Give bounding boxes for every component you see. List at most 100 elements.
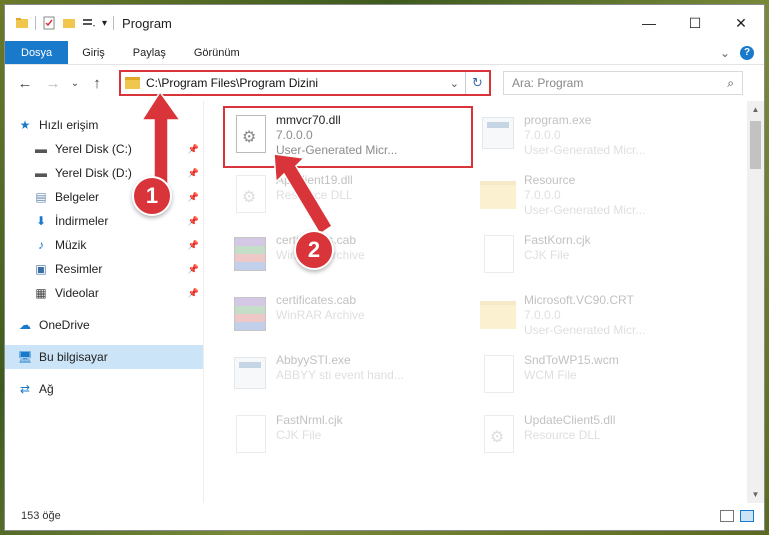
tab-dosya[interactable]: Dosya [5,41,69,64]
file-item[interactable]: SndToWP15.wcm WCM File [472,347,720,407]
file-meta: User-Generated Micr... [524,203,646,217]
tab-paylas[interactable]: Paylaş [119,41,180,64]
sidebar-item-label: Belgeler [55,190,100,204]
file-item[interactable]: certificates.cabWinRAR Archive [224,287,472,347]
file-name: UpdateClient5.dll [524,413,616,427]
file-text: program.exe 7.0.0.0 User-Generated Micr... [524,111,645,158]
back-button[interactable]: ← [13,71,37,95]
file-item[interactable]: ⚙ UpdateClient5.dll Resource DLL [472,407,720,467]
properties-icon[interactable] [42,16,56,30]
expand-ribbon-icon[interactable]: ⌄ [720,46,730,60]
sidebar-item-onedrive[interactable]: ☁ OneDrive [5,313,203,337]
file-explorer-window: ▾ Program — ☐ ✕ Dosya Giriş Paylaş Görün… [4,4,765,531]
sidebar-item-pictures[interactable]: ▣ Resimler 📌 [5,257,203,281]
pin-icon[interactable]: 📌 [188,216,199,227]
pin-icon[interactable]: 📌 [188,240,199,251]
file-meta: CJK File [276,428,322,442]
gear-icon: ⚙ [242,189,257,206]
folder-icon [476,291,520,335]
drive-icon: ▬ [35,166,47,180]
file-meta: Resource DLL [524,428,601,442]
customize-toolbar-icon[interactable] [82,16,96,30]
help-icon[interactable]: ? [740,45,754,60]
search-icon[interactable]: ⌕ [727,76,734,91]
pin-icon[interactable]: 📌 [188,288,199,299]
generic-file-icon [476,231,520,275]
main-content: ★ Hızlı erişim ▬ Yerel Disk (C:) 📌 ▬ Yer… [5,101,764,503]
sidebar-item-videos[interactable]: ▦ Videolar 📌 [5,281,203,305]
folder-shape [480,301,516,329]
folder-icon[interactable] [15,16,29,30]
sidebar-item-network[interactable]: ⇄ Ağ [5,377,203,401]
sidebar-item-label: Hızlı erişim [39,118,99,132]
document-shape [484,235,514,273]
archive-shape [234,297,266,331]
file-name: FastKorn.cjk [524,233,591,247]
file-item-mmvcr70-dll[interactable]: ⚙ mmvcr70.dll 7.0.0.0 User-Generated Micr..… [223,106,473,168]
maximize-button[interactable]: ☐ [672,5,718,41]
file-item[interactable]: Microsoft.VC90.CRT 7.0.0.0 User-Generated … [472,287,720,347]
file-item[interactable]: FastNrml.cjk CJK File [224,407,472,467]
sidebar-item-label: Müzik [55,238,87,252]
details-view-icon[interactable] [720,509,734,522]
file-text: FastNrml.cjk CJK File [276,411,343,443]
pictures-icon: ▣ [35,262,47,276]
file-name: mmvcr70.dll [276,113,341,127]
file-name: Microsoft.VC90.CRT [524,293,634,307]
tab-giris[interactable]: Giriş [68,41,119,64]
file-item[interactable]: ⚙ ApiClient19.dll Resource DLL [224,167,472,227]
new-folder-icon[interactable] [62,16,76,30]
file-text: certificates.cabWinRAR Archive [276,291,365,323]
sidebar-item-music[interactable]: ♪ Müzik 📌 [5,233,203,257]
file-text: SndToWP15.wcm WCM File [524,351,619,383]
pin-icon[interactable]: 📌 [188,264,199,275]
dll-file-icon: ⚙ [228,111,272,155]
scroll-up-icon[interactable]: ▲ [747,101,764,118]
toolbar-dropdown-icon[interactable]: ▾ [102,18,107,29]
close-button[interactable]: ✕ [718,5,764,41]
navigation-bar: ← → ⌄ ↑ C:\Program Files\Program Dizini … [5,65,764,101]
forward-button[interactable]: → [41,71,65,95]
address-path[interactable]: C:\Program Files\Program Dizini [146,76,318,90]
music-icon: ♪ [38,238,44,252]
step-1-badge: 1 [132,176,172,216]
file-item[interactable]: certificates.cabWinRAR Archive [224,227,472,287]
recent-locations-icon[interactable]: ⌄ [69,71,81,95]
file-name: certificates.cab [276,293,357,307]
drive-icon: ▬ [35,142,47,156]
download-icon: ⬇ [35,214,47,228]
pin-icon[interactable]: 📌 [188,192,199,203]
file-item[interactable]: FastKorn.cjk CJK File [472,227,720,287]
archive-shape [234,237,266,271]
scroll-thumb[interactable] [750,121,761,169]
file-meta: 7.0.0.0 [524,128,561,142]
document-shape [484,355,514,393]
up-button[interactable]: ↑ [85,71,109,95]
view-switcher [720,509,754,522]
search-input[interactable]: Ara: Program ⌕ [503,71,743,95]
file-meta: ABBYY sti event hand... [276,368,404,382]
file-item[interactable]: AbbyySTI.exe ABBYY sti event hand... [224,347,472,407]
tab-gorunum[interactable]: Görünüm [180,41,254,64]
sidebar-item-this-pc[interactable]: 🖥 Bu bilgisayar [5,345,203,369]
minimize-button[interactable]: — [626,5,672,41]
sidebar-item-label: OneDrive [39,318,90,332]
computer-icon: 🖥 [17,350,33,364]
sidebar-item-label: Yerel Disk (C:) [55,142,132,156]
large-icons-view-icon[interactable] [740,509,754,522]
address-dropdown-icon[interactable]: ⌄ [450,77,459,90]
folder-icon [476,171,520,215]
network-icon: ⇄ [19,382,31,396]
file-meta: WCM File [524,368,577,382]
sidebar-item-label: Resimler [55,262,103,276]
application-shape [234,357,266,389]
refresh-button[interactable]: ↻ [465,72,489,94]
vertical-scrollbar[interactable]: ▲ ▼ [747,101,764,503]
file-item[interactable]: Resource 7.0.0.0 User-Generated Micr... [472,167,720,227]
file-item[interactable]: program.exe 7.0.0.0 User-Generated Micr... [472,107,720,167]
window-title: Program [122,15,172,31]
exe-file-icon [228,351,272,395]
ribbon-controls: ⌄ ? [720,41,764,64]
sidebar-item-downloads[interactable]: ⬇ İndirmeler 📌 [5,209,203,233]
annotation-arrow-2 [273,153,334,236]
